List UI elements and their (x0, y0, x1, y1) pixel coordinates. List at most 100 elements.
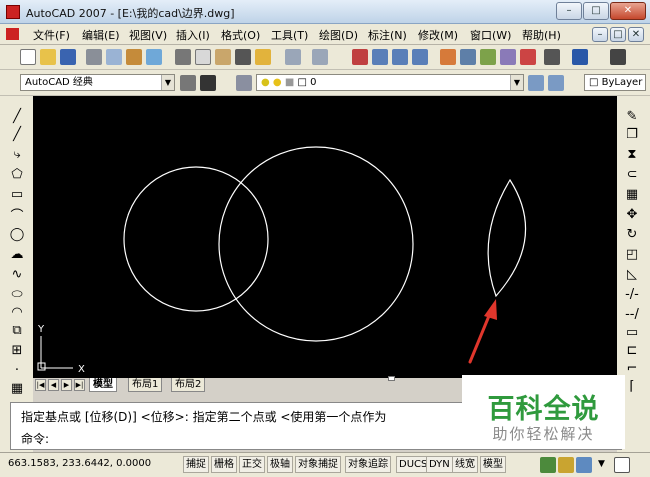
array-icon[interactable]: ▦ (624, 186, 640, 202)
lock-toolbar-icon[interactable] (558, 457, 574, 473)
menu-view[interactable]: 视图(V) (129, 27, 167, 43)
linetype-select[interactable]: □ ByLayer (584, 74, 646, 91)
grid-toggle[interactable]: 栅格 (211, 456, 237, 473)
layer-previous-icon[interactable] (548, 75, 564, 91)
join-icon[interactable]: ⊏ (624, 342, 640, 358)
make-current-layer-icon[interactable] (528, 75, 544, 91)
dyn-toggle[interactable]: DYN (426, 456, 453, 473)
doc-minimize-button[interactable]: – (592, 27, 608, 42)
lens-boundary-shape[interactable] (487, 178, 527, 298)
make-block-icon[interactable]: ⊞ (9, 342, 25, 358)
last-tab-button[interactable]: ▶| (74, 379, 85, 391)
doc-restore-button[interactable]: □ (610, 27, 626, 42)
ellipse-arc-icon[interactable]: ◠ (9, 304, 25, 320)
tab-layout2[interactable]: 布局2 (171, 378, 206, 392)
markup-icon[interactable] (520, 49, 536, 65)
design-center-icon[interactable] (460, 49, 476, 65)
help-icon[interactable] (572, 49, 588, 65)
circle-icon[interactable]: ◯ (9, 226, 25, 242)
menu-file[interactable]: 文件(F) (33, 27, 70, 43)
prev-tab-button[interactable]: ◀ (48, 379, 59, 391)
osnap-toggle[interactable]: 对象捕捉 (295, 456, 341, 473)
next-tab-button[interactable]: ▶ (61, 379, 72, 391)
insert-block-icon[interactable]: ⧉ (9, 322, 25, 338)
clean-screen-icon[interactable] (614, 457, 630, 473)
spline-icon[interactable]: ∿ (9, 266, 25, 282)
ellipse-icon[interactable]: ⬭ (9, 286, 25, 302)
block-editor-icon[interactable] (255, 49, 271, 65)
fillet-icon[interactable]: ⌈ (624, 378, 640, 394)
new-icon[interactable] (20, 49, 36, 65)
close-button[interactable]: ✕ (610, 2, 646, 20)
arc-icon[interactable]: ⌒ (9, 206, 25, 224)
chamfer-icon[interactable]: ⌐ (624, 360, 640, 376)
save-icon[interactable] (60, 49, 76, 65)
properties-icon[interactable] (440, 49, 456, 65)
coordinate-readout[interactable]: 663.1583, 233.6442, 0.0000 (8, 458, 151, 469)
ortho-toggle[interactable]: 正交 (239, 456, 265, 473)
revision-cloud-icon[interactable]: ☁ (9, 246, 25, 262)
menu-dimension[interactable]: 标注(N) (368, 27, 407, 43)
lineweight-toggle[interactable]: 线宽 (452, 456, 478, 473)
3d-dwf-icon[interactable] (146, 49, 162, 65)
menu-format[interactable]: 格式(O) (221, 27, 260, 43)
horizontal-scroll-thumb[interactable] (388, 376, 395, 381)
status-menu-chevron-icon[interactable]: ▼ (598, 459, 605, 469)
zoom-realtime-icon[interactable] (372, 49, 388, 65)
stretch-icon[interactable]: ◺ (624, 266, 640, 282)
paste-icon[interactable] (215, 49, 231, 65)
construction-line-icon[interactable]: ╱ (9, 126, 25, 142)
undo-icon[interactable] (285, 49, 301, 65)
polygon-icon[interactable]: ⬠ (9, 166, 25, 182)
minimize-button[interactable]: – (556, 2, 582, 20)
offset-icon[interactable]: ⊂ (624, 166, 640, 182)
document-icon[interactable] (6, 28, 19, 40)
layer-select[interactable]: ● ● ■ □ 0 ▼ (256, 74, 524, 91)
copy-icon[interactable] (195, 49, 211, 65)
copy-object-icon[interactable]: ❐ (624, 126, 640, 142)
rectangle-icon[interactable]: ▭ (9, 186, 25, 202)
point-icon[interactable]: · (9, 362, 25, 378)
tab-model[interactable]: 模型 (89, 378, 117, 392)
menu-modify[interactable]: 修改(M) (418, 27, 458, 43)
menu-help[interactable]: 帮助(H) (522, 27, 561, 43)
menu-insert[interactable]: 插入(I) (176, 27, 210, 43)
break-icon[interactable]: ▭ (624, 324, 640, 340)
circle-small[interactable] (123, 166, 269, 312)
erase-icon[interactable]: ✎ (624, 108, 640, 124)
plot-preview-icon[interactable] (106, 49, 122, 65)
zoom-window-icon[interactable] (392, 49, 408, 65)
polar-toggle[interactable]: 极轴 (267, 456, 293, 473)
tray-settings-icon[interactable] (576, 457, 592, 473)
maximize-button[interactable]: □ (583, 2, 609, 20)
hatch-icon[interactable]: ▦ (9, 380, 25, 396)
trim-icon[interactable]: -/- (624, 286, 640, 302)
scale-icon[interactable]: ◰ (624, 246, 640, 262)
otrack-toggle[interactable]: 对象追踪 (345, 456, 391, 473)
doc-close-button[interactable]: ✕ (628, 27, 644, 42)
open-icon[interactable] (40, 49, 56, 65)
first-tab-button[interactable]: |◀ (35, 379, 46, 391)
cut-icon[interactable] (175, 49, 191, 65)
menu-tools[interactable]: 工具(T) (271, 27, 308, 43)
layer-manager-icon[interactable] (236, 75, 252, 91)
workspace-save-icon[interactable] (200, 75, 216, 91)
snap-toggle[interactable]: 捕捉 (183, 456, 209, 473)
sheet-set-icon[interactable] (500, 49, 516, 65)
zoom-previous-icon[interactable] (412, 49, 428, 65)
menu-edit[interactable]: 编辑(E) (82, 27, 120, 43)
polyline-icon[interactable]: ⤷ (9, 146, 25, 162)
model-toggle[interactable]: 模型 (480, 456, 506, 473)
workspace-settings-icon[interactable] (180, 75, 196, 91)
tool-palettes-icon[interactable] (480, 49, 496, 65)
menu-draw[interactable]: 绘图(D) (319, 27, 358, 43)
communication-center-icon[interactable] (540, 457, 556, 473)
autocad-app-icon[interactable] (6, 5, 20, 19)
match-properties-icon[interactable] (235, 49, 251, 65)
calculator-icon[interactable] (544, 49, 560, 65)
line-icon[interactable]: ╱ (9, 108, 25, 124)
extend-icon[interactable]: --/ (624, 306, 640, 322)
circle-large[interactable] (218, 146, 414, 342)
menu-window[interactable]: 窗口(W) (470, 27, 511, 43)
drawing-canvas[interactable]: Y X (33, 96, 617, 378)
